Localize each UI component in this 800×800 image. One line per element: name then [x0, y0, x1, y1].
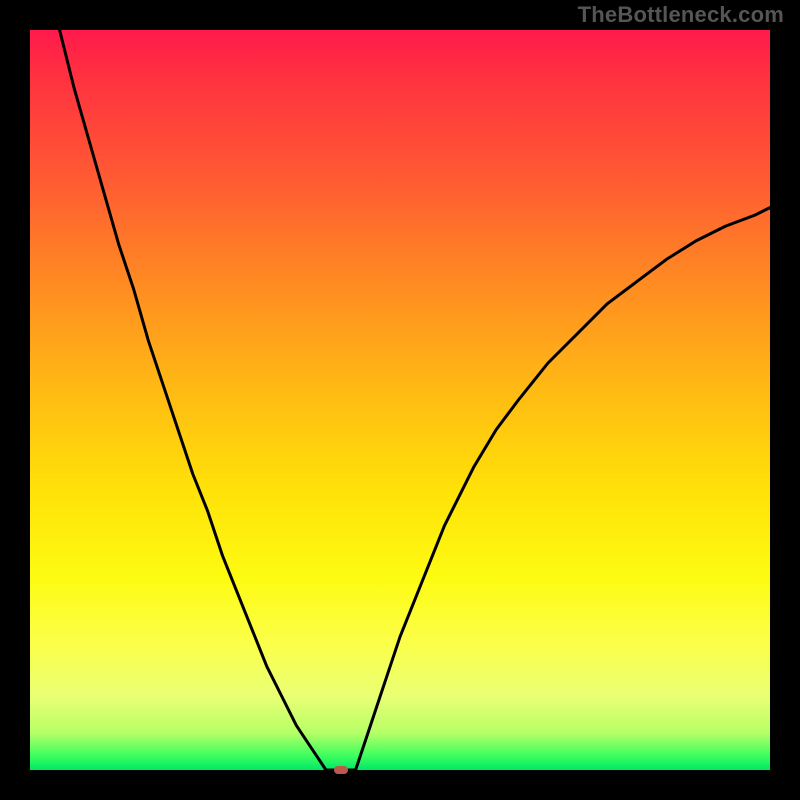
- curve-path: [60, 30, 770, 770]
- minimum-marker: [334, 766, 348, 774]
- plot-area: [30, 30, 770, 770]
- watermark-text: TheBottleneck.com: [578, 2, 784, 28]
- bottleneck-curve: [30, 30, 770, 770]
- chart-frame: TheBottleneck.com: [0, 0, 800, 800]
